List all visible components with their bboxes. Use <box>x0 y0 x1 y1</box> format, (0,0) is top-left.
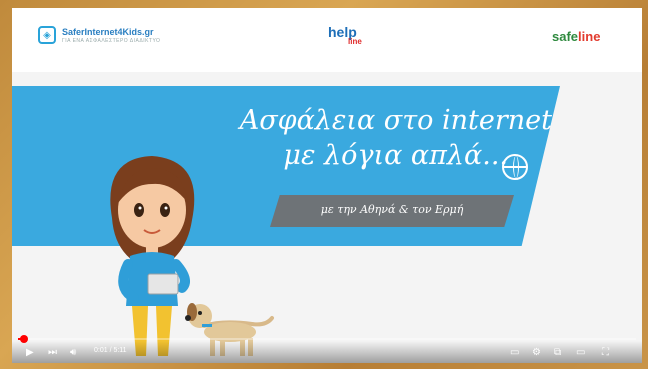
safeline-main: safe <box>552 29 579 44</box>
next-icon[interactable]: ⏭ <box>48 347 57 359</box>
video-title: Ασφάλεια στο internet με λόγια απλά... <box>192 104 552 174</box>
miniplayer-icon[interactable]: ⧉ <box>554 347 561 359</box>
settings-gear-icon[interactable]: ⚙ <box>532 347 541 359</box>
subtitles-icon[interactable]: ▭ <box>510 347 519 359</box>
fullscreen-icon[interactable]: ⛶ <box>602 347 609 359</box>
saferinternet4kids-logo: ◈ SaferInternet4Kids.gr ΓΙΑ ΕΝΑ ΑΣΦΑΛΕΣΤ… <box>38 26 160 44</box>
shield-icon: ◈ <box>38 26 56 44</box>
play-icon[interactable]: ▶ <box>26 347 34 359</box>
safeline-logo: safeline <box>552 29 600 44</box>
title-line-1: Ασφάλεια στο internet <box>239 105 552 136</box>
title-line-2: με λόγια απλά... <box>283 140 508 171</box>
player-controls: ▶ ⏭ 🔊︎ 0:01 / 5:11 ▭ ⚙ ⧉ ▭ ⛶ <box>12 341 642 363</box>
progress-bar[interactable] <box>18 335 636 343</box>
safeline-accent: line <box>578 29 601 44</box>
time-display: 0:01 / 5:11 <box>94 347 127 354</box>
video-subtitle: με την Αθηνά & τον Ερμή <box>320 203 464 216</box>
logo-name: SaferInternet4Kids.gr <box>62 26 154 37</box>
logo-bar: ◈ SaferInternet4Kids.gr ΓΙΑ ΕΝΑ ΑΣΦΑΛΕΣΤ… <box>12 8 642 72</box>
logo-tagline: ΓΙΑ ΕΝΑ ΑΣΦΑΛΕΣΤΕΡΟ ΔΙΑΔΙΚΤΥΟ <box>62 37 161 44</box>
globe-icon <box>502 154 528 180</box>
video-frame[interactable]: ◈ SaferInternet4Kids.gr ΓΙΑ ΕΝΑ ΑΣΦΑΛΕΣΤ… <box>12 8 642 363</box>
helpline-logo: help line <box>328 24 362 46</box>
helpline-sub: line <box>348 37 362 46</box>
volume-icon[interactable]: 🔊︎ <box>70 347 76 359</box>
theater-mode-icon[interactable]: ▭ <box>576 347 585 359</box>
